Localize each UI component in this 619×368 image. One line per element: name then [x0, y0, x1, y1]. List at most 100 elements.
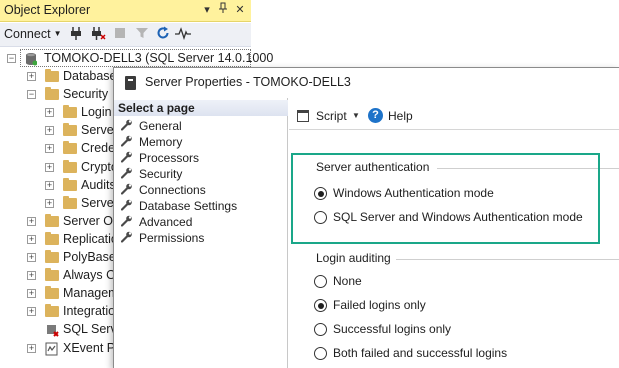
- folder-icon: [45, 268, 59, 282]
- folder-icon: [45, 69, 59, 82]
- pin-icon[interactable]: [216, 2, 230, 18]
- expand-icon[interactable]: +: [45, 108, 54, 118]
- object-explorer-title-bar: Object Explorer ▾ ✕: [0, 0, 251, 22]
- close-icon[interactable]: ✕: [233, 2, 247, 18]
- tree-node-label: Audits: [81, 177, 116, 192]
- object-explorer-toolbar: Connect ▼: [0, 23, 251, 47]
- server-node-label: TOMOKO-DELL3 (SQL Server 14.0.1000: [44, 51, 274, 65]
- page-item-label: Processors: [139, 151, 200, 165]
- help-button[interactable]: Help: [388, 109, 413, 123]
- chevron-down-icon: ▼: [53, 29, 62, 38]
- expand-icon[interactable]: +: [45, 144, 54, 154]
- wrench-icon: [120, 151, 135, 165]
- group-divider: [396, 259, 619, 260]
- folder-icon: [45, 250, 59, 263]
- page-item-label: Permissions: [139, 231, 205, 245]
- tree-node-label: Replicatio: [63, 231, 118, 246]
- folder-icon: [63, 141, 77, 155]
- radio-button[interactable]: [314, 211, 327, 224]
- sql-agent-icon: [45, 323, 59, 338]
- page-item[interactable]: Memory: [120, 134, 281, 150]
- radio-label: Successful logins only: [333, 322, 452, 336]
- folder-icon: [63, 105, 77, 119]
- radio-label: Failed logins only: [333, 298, 426, 312]
- tree-node-label: XEvent Pr: [63, 340, 120, 355]
- radio-button[interactable]: [314, 299, 327, 312]
- refresh-icon[interactable]: [155, 26, 171, 43]
- folder-icon: [45, 286, 59, 300]
- stop-icon[interactable]: [112, 26, 128, 43]
- page-item[interactable]: Connections: [120, 182, 281, 198]
- radio-button[interactable]: [314, 187, 327, 200]
- connect-button[interactable]: Connect ▼: [4, 27, 61, 41]
- folder-icon: [45, 304, 59, 318]
- folder-icon: [63, 159, 77, 173]
- radio-label: None: [333, 274, 362, 288]
- expand-icon[interactable]: +: [45, 162, 54, 172]
- page-item-label: Security: [139, 167, 183, 181]
- folder-icon: [63, 123, 77, 137]
- collapse-icon[interactable]: −: [7, 54, 16, 63]
- tree-node-server[interactable]: − TOMOKO-DELL3 (SQL Server 14.0.1000: [0, 50, 273, 68]
- wrench-icon: [120, 135, 135, 149]
- radio-button[interactable]: [314, 347, 327, 360]
- script-icon[interactable]: [297, 110, 309, 122]
- page-item-label: Database Settings: [139, 199, 238, 213]
- connect-label: Connect: [4, 27, 51, 41]
- server-properties-dialog: Server Properties - TOMOKO-DELL3 Select …: [113, 67, 619, 368]
- page-item-label: Memory: [139, 135, 183, 149]
- folder-icon: [45, 213, 59, 227]
- expand-icon[interactable]: +: [27, 234, 36, 244]
- expand-icon[interactable]: +: [27, 216, 36, 226]
- activity-monitor-icon[interactable]: [175, 26, 191, 43]
- collapse-icon[interactable]: −: [27, 90, 36, 100]
- page-item[interactable]: Database Settings: [120, 198, 281, 214]
- expand-icon[interactable]: +: [27, 253, 36, 262]
- page-item[interactable]: Advanced: [120, 214, 281, 230]
- wrench-icon: [120, 183, 135, 197]
- group-divider: [437, 168, 619, 169]
- server-authentication-heading: Server authentication: [316, 160, 430, 174]
- wrench-icon: [120, 215, 135, 229]
- radio-label: SQL Server and Windows Authentication mo…: [333, 210, 583, 224]
- expand-icon[interactable]: +: [27, 307, 36, 317]
- dialog-title-bar[interactable]: Server Properties - TOMOKO-DELL3: [114, 68, 619, 98]
- page-item[interactable]: Processors: [120, 150, 281, 166]
- tree-node-label: Login: [81, 105, 112, 120]
- properties-pane: Script ▼ ? Help Server authentication Wi…: [289, 98, 619, 368]
- server-icon: [25, 52, 38, 66]
- page-item[interactable]: General: [120, 118, 281, 134]
- connect-icon[interactable]: [68, 26, 84, 43]
- server-properties-icon: [125, 76, 136, 90]
- disconnect-icon[interactable]: [90, 26, 106, 43]
- expand-icon[interactable]: +: [45, 180, 54, 190]
- expand-icon[interactable]: +: [27, 72, 36, 81]
- select-page-header: Select a page: [114, 100, 288, 116]
- expand-icon[interactable]: +: [27, 271, 36, 281]
- folder-icon: [63, 177, 77, 191]
- dialog-title: Server Properties - TOMOKO-DELL3: [145, 75, 351, 89]
- page-item[interactable]: Permissions: [120, 230, 281, 246]
- expand-icon[interactable]: +: [27, 289, 36, 299]
- object-explorer-title: Object Explorer: [4, 3, 91, 17]
- expand-icon[interactable]: +: [45, 198, 54, 208]
- chevron-down-icon[interactable]: ▼: [352, 111, 360, 120]
- filter-icon[interactable]: [134, 26, 150, 43]
- expand-icon[interactable]: +: [45, 126, 54, 136]
- help-icon[interactable]: ?: [368, 108, 383, 123]
- page-item-label: General: [139, 119, 182, 133]
- wrench-icon: [120, 119, 135, 133]
- xevent-profiler-icon: [45, 342, 58, 356]
- folder-icon: [45, 87, 59, 101]
- radio-button[interactable]: [314, 275, 327, 288]
- window-position-icon[interactable]: ▾: [200, 2, 214, 18]
- expand-icon[interactable]: +: [27, 343, 36, 353]
- radio-button[interactable]: [314, 323, 327, 336]
- page-item[interactable]: Security: [120, 166, 281, 182]
- page-item-label: Connections: [139, 183, 206, 197]
- select-page-pane: Select a page General Memory Processors Sec…: [114, 98, 288, 368]
- tree-node-label: Security: [63, 87, 109, 102]
- tree-node-label: Always O: [63, 268, 116, 283]
- login-auditing-heading: Login auditing: [316, 251, 391, 265]
- script-button[interactable]: Script: [316, 109, 347, 123]
